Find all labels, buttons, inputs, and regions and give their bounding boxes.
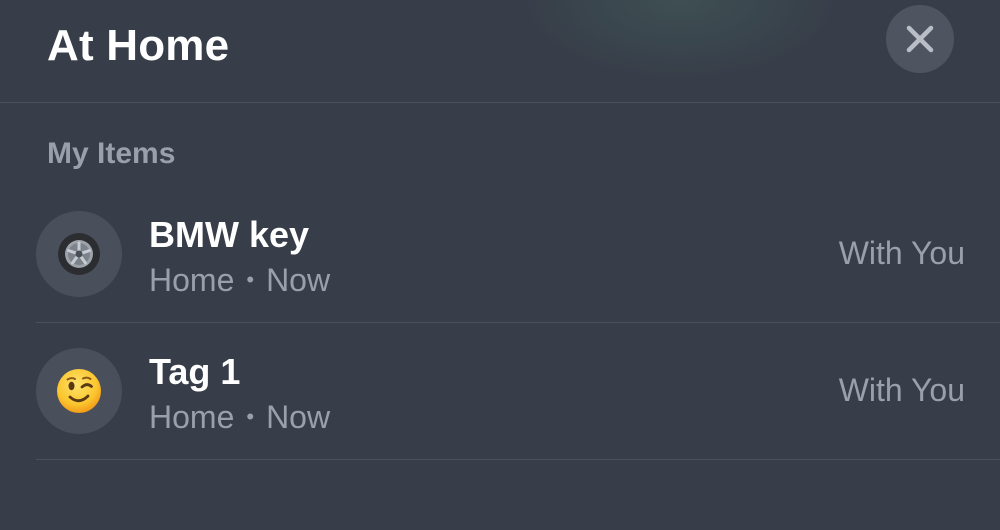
item-subtitle: Home • Now	[149, 398, 330, 436]
winking-face-icon	[57, 369, 101, 413]
list-item-bmw-key[interactable]: BMW key Home • Now With You	[0, 186, 1000, 323]
item-location: Home	[149, 399, 235, 435]
close-icon	[906, 25, 934, 53]
separator-dot: •	[246, 267, 255, 292]
wheel-icon	[58, 233, 100, 275]
item-time: Now	[266, 262, 331, 298]
item-name: BMW key	[149, 214, 310, 255]
list-item-tag-1[interactable]: Tag 1 Home • Now With You	[0, 323, 1000, 460]
separator-dot: •	[246, 404, 255, 429]
sheet-header: At Home	[0, 0, 1000, 103]
item-time: Now	[266, 399, 331, 435]
section-header-my-items: My Items	[47, 137, 176, 170]
close-button[interactable]	[886, 5, 954, 73]
item-avatar	[36, 211, 122, 297]
item-name: Tag 1	[149, 351, 241, 392]
item-avatar	[36, 348, 122, 434]
item-status: With You	[838, 235, 965, 271]
divider	[36, 459, 1000, 460]
item-location: Home	[149, 262, 235, 298]
item-status: With You	[838, 372, 965, 408]
item-subtitle: Home • Now	[149, 261, 330, 299]
page-title: At Home	[47, 21, 230, 70]
